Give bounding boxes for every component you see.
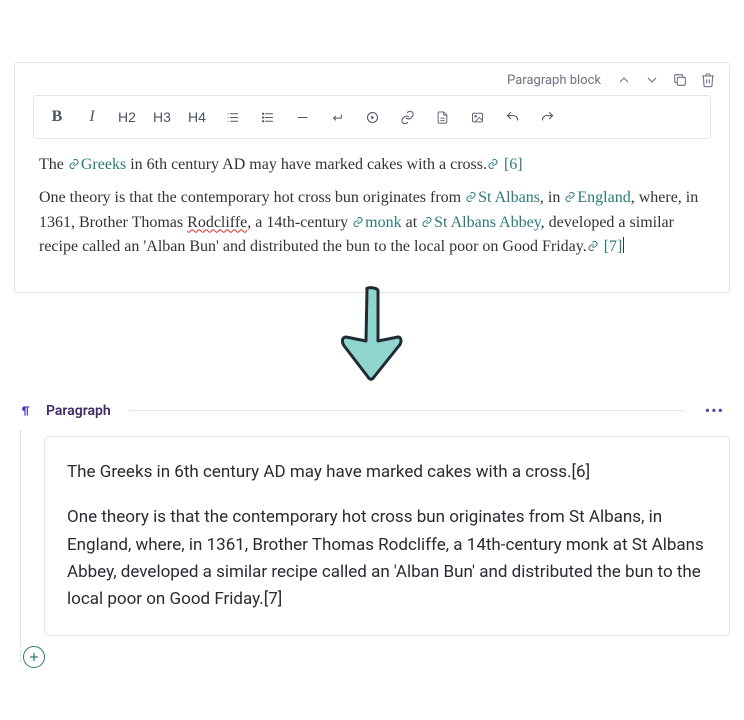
text: at (402, 214, 422, 231)
text: , a 14th-century (247, 214, 352, 231)
text-caret (623, 237, 624, 253)
delete-icon[interactable] (699, 71, 717, 89)
link-greeks[interactable]: Greeks (81, 156, 126, 173)
hr-button[interactable] (293, 106, 311, 128)
link-icon (421, 212, 433, 224)
preview-paragraph-1: The Greeks in 6th century AD may have ma… (67, 459, 707, 486)
image-button[interactable] (468, 106, 486, 128)
link-monk[interactable]: monk (365, 214, 401, 231)
spell-error-rodcliffe[interactable]: Rodcliffe (187, 214, 247, 231)
link-icon (587, 236, 599, 248)
h2-button[interactable]: H2 (118, 106, 136, 128)
preview-block: The Greeks in 6th century AD may have ma… (14, 436, 730, 636)
block-type-label: Paragraph block (507, 73, 601, 88)
link-icon (487, 154, 499, 166)
link-icon (352, 212, 364, 224)
paragraph-icon (16, 402, 34, 420)
italic-button[interactable]: I (83, 106, 101, 128)
h4-button[interactable]: H4 (188, 106, 206, 128)
link-icon (465, 187, 477, 199)
editor-content[interactable]: The Greeks in 6th century AD may have ma… (15, 149, 729, 292)
text: One theory is that the contemporary hot … (39, 189, 465, 206)
reference-7[interactable]: [7] (604, 238, 623, 255)
preview-paragraph-2: One theory is that the contemporary hot … (67, 504, 707, 613)
move-down-icon[interactable] (643, 71, 661, 89)
preview-block-header: Paragraph ••• (14, 399, 730, 422)
play-button[interactable] (363, 106, 381, 128)
ordered-list-button[interactable] (223, 106, 241, 128)
h3-button[interactable]: H3 (153, 106, 171, 128)
document-button[interactable] (433, 106, 451, 128)
link-icon (564, 187, 576, 199)
editor-block: Paragraph block B I H2 H3 H4 (14, 62, 730, 293)
redo-button[interactable] (538, 106, 556, 128)
link-st-albans[interactable]: St Albans (478, 189, 540, 206)
arrow-illustration (14, 293, 730, 399)
link-england[interactable]: England (577, 189, 630, 206)
block-menu-button[interactable]: ••• (701, 401, 728, 420)
link-button[interactable] (398, 106, 416, 128)
divider-dotted (129, 410, 683, 411)
editor-paragraph-2[interactable]: One theory is that the contemporary hot … (39, 186, 705, 260)
text: in 6th century AD may have marked cakes … (126, 156, 487, 173)
preview-block-title: Paragraph (46, 403, 111, 419)
link-st-albans-abbey[interactable]: St Albans Abbey (434, 214, 541, 231)
link-icon (68, 154, 80, 166)
preview-content: The Greeks in 6th century AD may have ma… (44, 436, 730, 636)
copy-icon[interactable] (671, 71, 689, 89)
block-rail (14, 436, 44, 636)
bold-button[interactable]: B (48, 106, 66, 128)
text: , in (540, 189, 564, 206)
block-footer (14, 636, 730, 686)
editor-header: Paragraph block (15, 63, 729, 95)
reference-6[interactable]: [6] (504, 156, 523, 173)
editor-paragraph-1[interactable]: The Greeks in 6th century AD may have ma… (39, 153, 705, 178)
text: The (39, 156, 68, 173)
move-up-icon[interactable] (615, 71, 633, 89)
bullet-list-button[interactable] (258, 106, 276, 128)
editor-toolbar: B I H2 H3 H4 (33, 95, 711, 139)
undo-button[interactable] (503, 106, 521, 128)
newline-button[interactable] (328, 106, 346, 128)
arrow-down-icon (332, 281, 412, 401)
add-block-button[interactable] (23, 646, 45, 668)
